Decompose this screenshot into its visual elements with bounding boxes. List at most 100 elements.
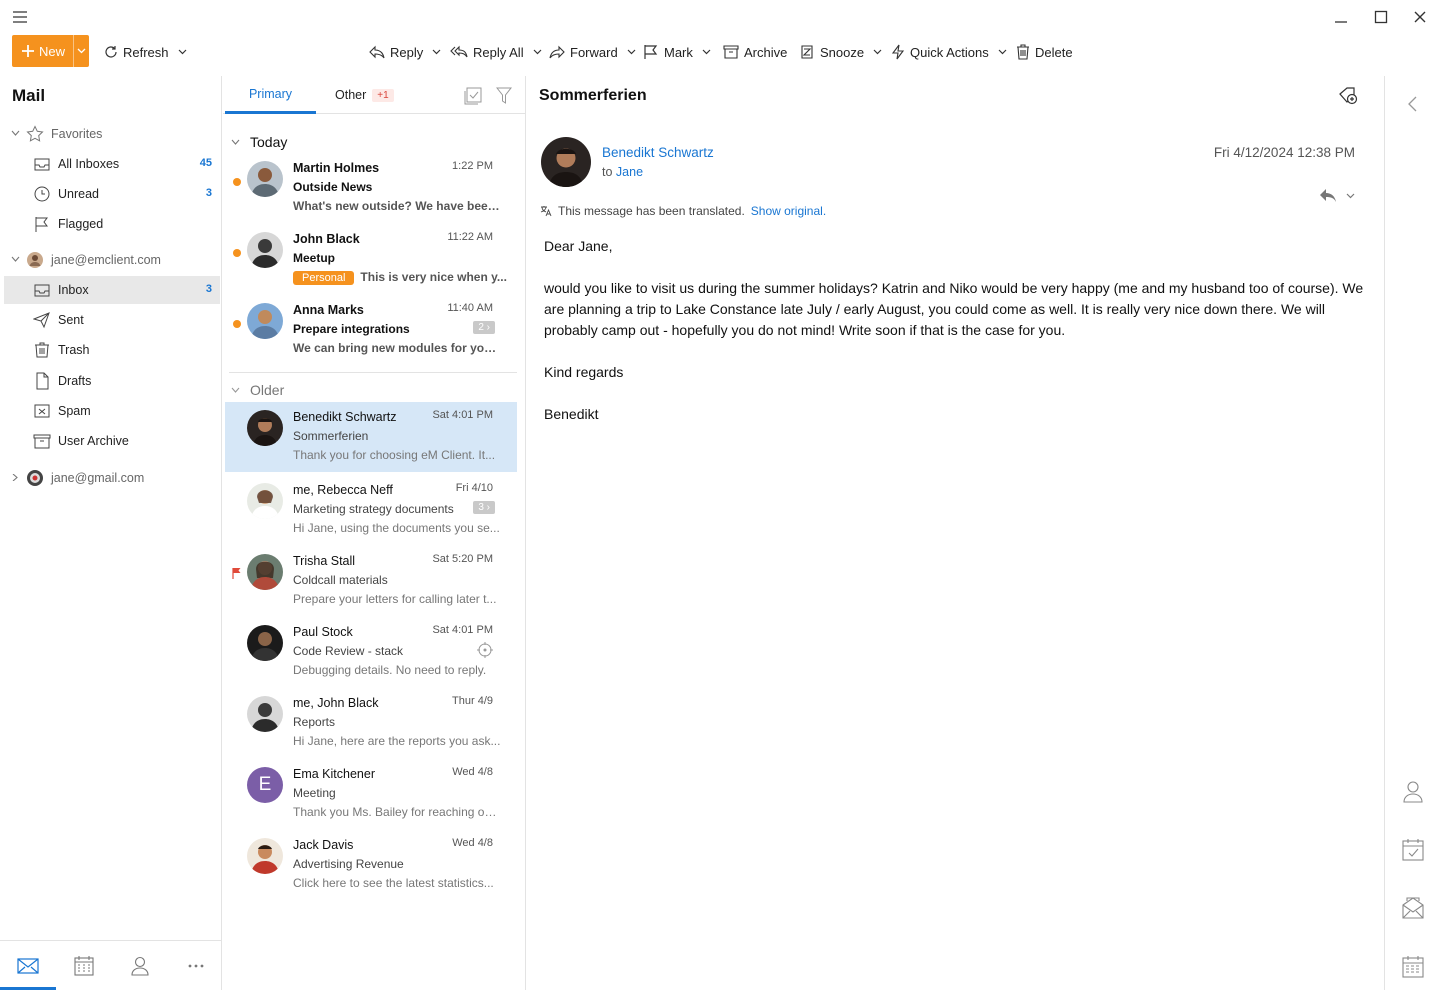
sender-name[interactable]: Benedikt Schwartz [602,145,714,160]
recipient-name[interactable]: Jane [616,165,643,179]
filter-icon[interactable] [496,87,512,105]
message-subject: Reports [293,715,336,729]
sidebar-item-inbox[interactable]: Inbox 3 [4,276,220,304]
account-group-emclient[interactable]: jane@emclient.com [4,247,220,273]
message-from: Paul Stock [293,625,353,639]
list-item[interactable]: Martin Holmes 1:22 PM Outside News What'… [225,153,517,223]
list-item[interactable]: Anna Marks 11:40 AM Prepare integrations… [225,295,517,365]
inbox-label: Inbox [58,283,89,297]
message-preview: Prepare your letters for calling later t… [293,592,497,606]
sidebar-item-all-inboxes[interactable]: All Inboxes 45 [4,150,220,178]
sidebar-item-sent[interactable]: Sent [4,306,220,334]
sidebar-item-flagged[interactable]: Flagged [4,210,220,238]
contacts-module-button[interactable] [112,951,168,981]
reply-all-button[interactable]: Reply All [450,41,542,63]
all-inboxes-count: 45 [199,157,212,169]
message-preview: We can bring new modules for you... [293,341,501,355]
reading-pane: Sommerferien Benedikt Schwartz to Jane F… [527,76,1383,990]
avatar [247,483,283,519]
unread-dot [233,178,241,186]
refresh-button[interactable]: Refresh [104,41,187,63]
snooze-button[interactable]: Snooze [799,41,882,63]
message-preview: Thank you Ms. Bailey for reaching ou... [293,805,501,819]
chevron-down-icon [432,49,441,55]
sidebar: Mail Favorites All Inboxes 45 Unread 3 F… [0,76,222,990]
sidebar-item-user-archive[interactable]: User Archive [4,427,220,455]
avatar [247,554,283,590]
reply-icon[interactable] [1319,187,1337,203]
trash-label: Trash [58,343,90,357]
chevron-down-icon [627,49,636,55]
forward-button[interactable]: Forward [549,41,636,63]
new-dropdown-button[interactable] [73,35,89,67]
mail-panel-icon[interactable] [1401,896,1425,920]
list-item[interactable]: Trisha Stall Sat 5:20 PM Coldcall materi… [225,546,517,616]
favorites-group[interactable]: Favorites [4,121,220,147]
list-item[interactable]: Benedikt Schwartz Sat 4:01 PM Sommerferi… [225,402,517,472]
archive-button[interactable]: Archive [723,41,787,63]
menu-icon[interactable] [12,10,30,26]
sidebar-item-spam[interactable]: Spam [4,397,220,425]
tasks-panel-icon[interactable] [1401,838,1425,862]
reply-button[interactable]: Reply [369,41,441,63]
inbox-icon [34,284,50,297]
sender-avatar[interactable] [541,137,591,187]
tab-other-label: Other [335,88,367,102]
clock-icon [34,186,50,202]
snooze-target-icon[interactable] [477,642,493,658]
message-date: Fri 4/12/2024 12:38 PM [1213,145,1355,160]
section-today[interactable]: Today [231,134,287,150]
message-from: John Black [293,232,360,246]
avatar [247,161,283,197]
archive-icon [723,45,739,59]
message-time: Thur 4/9 [452,695,493,707]
mark-button[interactable]: Mark [643,41,711,63]
add-tag-icon[interactable] [1338,86,1358,106]
thread-count-badge: 3 › [473,501,495,514]
message-subject-title: Sommerferien [539,87,647,104]
list-item[interactable]: John Black 11:22 AM Meetup Personal This … [225,224,517,294]
list-item[interactable]: me, Rebecca Neff Fri 4/10 Marketing stra… [225,475,517,545]
reply-icon [369,45,385,59]
reply-all-icon [450,45,468,58]
list-item[interactable]: E Ema Kitchener Wed 4/8 Meeting Thank yo… [225,759,517,829]
sidebar-item-drafts[interactable]: Drafts [4,367,220,395]
quick-actions-button[interactable]: Quick Actions [891,41,1007,63]
minimize-icon[interactable] [1328,6,1354,28]
show-original-link[interactable]: Show original. [751,204,826,218]
contacts-panel-icon[interactable] [1401,779,1425,803]
select-all-icon[interactable] [464,87,482,105]
calendar-module-button[interactable] [56,951,112,981]
thread-count: 2 [478,322,484,333]
collapse-rail-icon[interactable] [1401,92,1425,116]
list-item[interactable]: Jack Davis Wed 4/8 Advertising Revenue C… [225,830,517,900]
more-icon [188,964,204,968]
chevron-down-icon [873,49,882,55]
mail-module-button[interactable] [0,951,56,981]
flag-icon[interactable] [232,567,242,579]
message-preview: Hi Jane, here are the reports you ask... [293,734,501,748]
unread-label: Unread [58,187,99,201]
sidebar-item-trash[interactable]: Trash [4,336,220,364]
section-older[interactable]: Older [231,382,284,398]
more-modules-button[interactable] [168,951,224,981]
avatar-initial: E [258,774,272,795]
chevron-down-icon[interactable] [1346,193,1355,199]
archive-icon [33,434,51,449]
maximize-icon[interactable] [1368,6,1394,28]
unread-count: 3 [205,187,212,199]
list-item[interactable]: Paul Stock Sat 4:01 PM Code Review - sta… [225,617,517,687]
person-icon [131,956,149,976]
calendar-panel-icon[interactable] [1401,955,1425,979]
delete-button[interactable]: Delete [1016,41,1073,63]
tab-primary[interactable]: Primary [225,76,316,114]
tab-other[interactable]: Other +1 [335,88,394,102]
chevron-down-icon [178,49,186,55]
close-icon[interactable] [1407,6,1433,28]
list-item[interactable]: me, John Black Thur 4/9 Reports Hi Jane,… [225,688,517,758]
sidebar-item-unread[interactable]: Unread 3 [4,180,220,208]
account-group-gmail[interactable]: jane@gmail.com [4,465,220,491]
favorites-label: Favorites [51,127,103,141]
message-subject: Code Review - stack [293,644,404,658]
new-button[interactable]: New [12,35,89,67]
